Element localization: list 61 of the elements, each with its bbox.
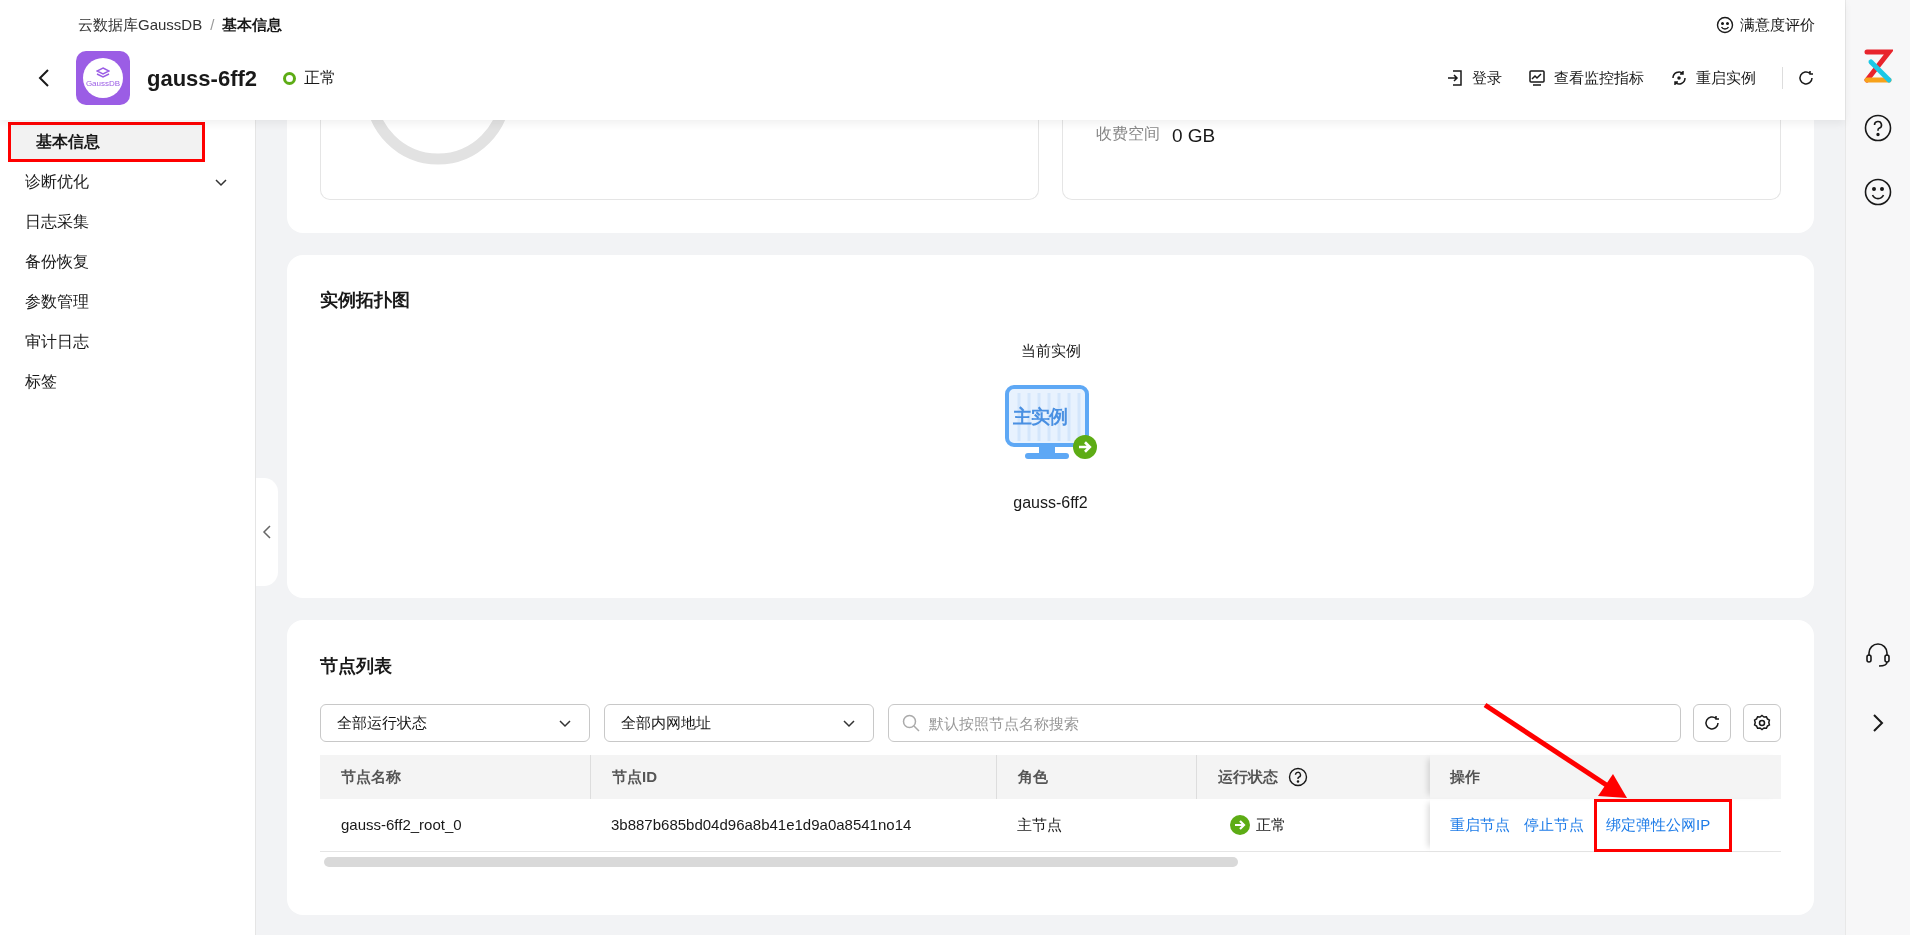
toolbar-action[interactable]: 查看监控指标 [1528, 66, 1644, 90]
refresh-icon [1703, 714, 1721, 732]
chevron-left-icon [262, 524, 272, 540]
charge-label: 收费空间 [1096, 124, 1160, 144]
current-instance-label: 当前实例 [1020, 341, 1081, 361]
breadcrumb-link[interactable]: 云数据库GaussDB [78, 13, 203, 37]
filter-select[interactable]: 全部运行状态 [320, 704, 590, 742]
row-action-link[interactable]: 重启节点 [1450, 798, 1510, 852]
sidebar-item[interactable]: 诊断优化 [0, 162, 255, 202]
breadcrumb-current: 基本信息 [222, 14, 283, 35]
card-title: 实例拓扑图 [320, 289, 411, 312]
instance-status: 正常 [304, 68, 337, 88]
chevron-right-icon[interactable] [1871, 712, 1885, 734]
breadcrumb-separator: / [210, 14, 215, 35]
column-header[interactable]: 节点名称 [320, 755, 590, 799]
ribbon-logo-icon[interactable] [1863, 48, 1893, 84]
table-cell: 主节点 [1017, 816, 1062, 833]
sidebar-item[interactable]: 基本信息 [8, 122, 205, 162]
help-icon[interactable] [1864, 114, 1892, 142]
table-cell: gauss-6ff2_root_0 [341, 816, 462, 833]
sidebar-item[interactable]: 标签 [0, 362, 255, 402]
help-icon[interactable] [1288, 767, 1308, 787]
toolbar-action[interactable]: 登录 [1446, 66, 1502, 90]
sidebar-item[interactable]: 审计日志 [0, 322, 255, 362]
search-icon [902, 714, 920, 732]
card-title: 节点列表 [320, 655, 393, 678]
toolbar-action[interactable]: 重启实例 [1670, 66, 1756, 90]
collapse-handle[interactable] [256, 478, 278, 586]
chart-monitor-icon [1528, 69, 1546, 87]
node-badge-text: 主实例 [1012, 404, 1067, 429]
refresh-button[interactable] [1797, 69, 1815, 87]
column-header[interactable]: 操作 [1430, 755, 1781, 799]
login-icon [1446, 69, 1464, 87]
horizontal-scrollbar[interactable] [324, 857, 1238, 867]
search-field[interactable]: 默认按照节点名称搜索 [888, 704, 1681, 742]
row-action-link[interactable]: 停止节点 [1524, 798, 1584, 852]
settings-button[interactable] [1743, 704, 1781, 742]
table-cell: 3b887b685bd04d96a8b41e1d9a0a8541no14 [611, 816, 912, 833]
row-action-link[interactable]: 绑定弹性公网IP [1594, 798, 1733, 852]
headset-icon[interactable] [1864, 640, 1892, 668]
stack-icon [96, 67, 110, 79]
column-header[interactable]: 节点ID [590, 755, 996, 799]
settings-icon [1753, 714, 1771, 732]
sidebar-item[interactable]: 参数管理 [0, 282, 255, 322]
sidebar-item[interactable]: 备份恢复 [0, 242, 255, 282]
filter-select[interactable]: 全部内网地址 [604, 704, 874, 742]
instance-name: gauss-6ff2 [147, 64, 258, 93]
restart-icon [1670, 69, 1688, 87]
feedback-link[interactable]: 满意度评价 [1716, 13, 1815, 37]
logo-text: GaussDB [85, 79, 121, 89]
column-header[interactable]: 角色 [996, 755, 1196, 799]
sidebar-item[interactable]: 日志采集 [0, 202, 255, 242]
refresh-icon [1797, 69, 1815, 87]
charge-value: 0 GB [1172, 124, 1216, 148]
smiley-icon[interactable] [1864, 178, 1892, 206]
back-icon [38, 68, 50, 88]
smiley-icon [1716, 16, 1734, 34]
node-status: 正常 [1256, 814, 1286, 835]
refresh-button[interactable] [1693, 704, 1731, 742]
node-name: gauss-6ff2 [1013, 492, 1088, 513]
column-header[interactable]: 运行状态 [1196, 755, 1430, 799]
